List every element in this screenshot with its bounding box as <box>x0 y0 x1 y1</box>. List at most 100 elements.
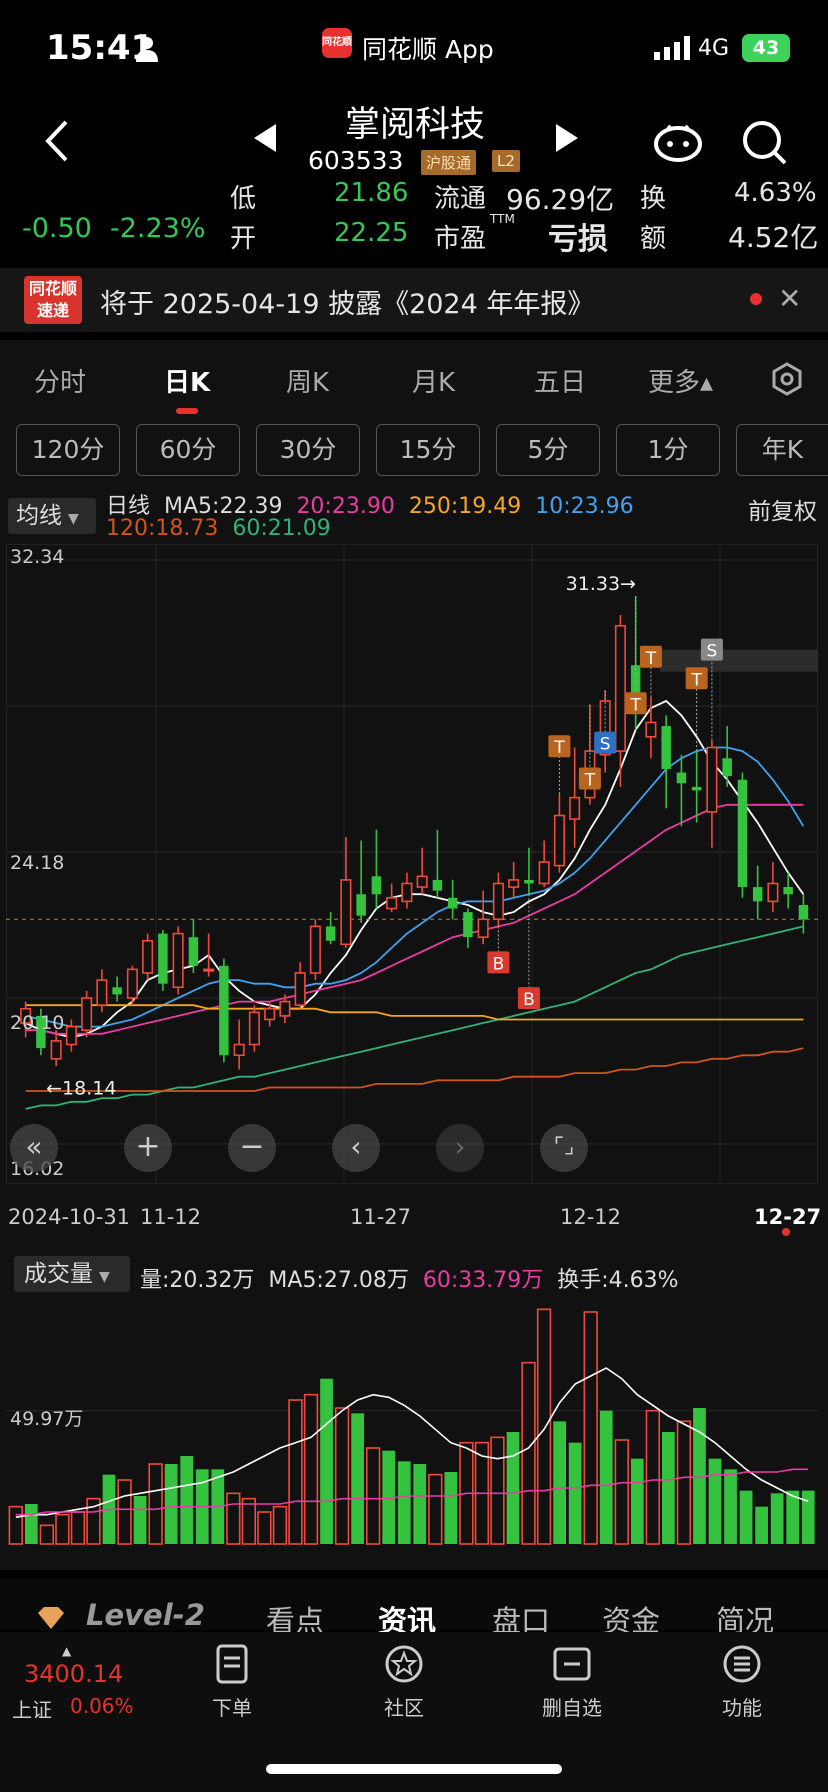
caret-up-icon: ▲ <box>62 1644 72 1658</box>
btn-120min[interactable]: 120分 <box>16 424 120 476</box>
btn-yearly-k[interactable]: 年K <box>736 424 828 476</box>
volume-bar <box>490 1436 505 1545</box>
scroll-left-icon[interactable]: ‹ <box>332 1124 380 1172</box>
tab-more[interactable]: 更多▴ <box>648 362 713 399</box>
app-badge-icon: 同花顺 <box>322 28 352 58</box>
fullscreen-icon[interactable]: ⌜⌟ <box>540 1124 588 1172</box>
volume-bar <box>117 1479 132 1545</box>
market-tag: 沪股通 <box>421 150 477 175</box>
scroll-right-icon[interactable]: › <box>436 1124 484 1172</box>
signal-icon <box>654 36 690 60</box>
stock-name: 掌阅科技 <box>344 105 485 145</box>
btn-5min[interactable]: 5分 <box>496 424 600 476</box>
volume-bar <box>662 1432 675 1544</box>
menu-icon[interactable] <box>722 1644 762 1684</box>
index-change[interactable]: 0.06% <box>70 1694 134 1718</box>
volume-bar <box>755 1506 768 1544</box>
next-stock-button[interactable] <box>552 122 582 154</box>
app-name: 同花顺 App <box>362 35 494 64</box>
candle-body <box>294 972 306 1006</box>
price-band <box>660 649 818 672</box>
candle-body <box>508 879 520 888</box>
tab-five-day[interactable]: 五日 <box>534 362 586 399</box>
home-indicator <box>266 1764 562 1774</box>
volume-selector-dropdown[interactable]: 成交量 ▼ <box>14 1256 130 1292</box>
candle-body <box>386 897 398 910</box>
nav-community[interactable]: 社区 <box>354 1692 454 1721</box>
settings-icon[interactable] <box>770 362 804 396</box>
candle-body <box>371 876 382 895</box>
active-tab-indicator <box>176 408 198 414</box>
nav-functions[interactable]: 功能 <box>692 1692 792 1721</box>
x-tick-4: 12-27 <box>754 1205 822 1229</box>
notice-logo-line2: 速递 <box>36 301 69 320</box>
ma-legend-item2-1: 60:21.09 <box>232 516 331 541</box>
tab-monthly-k[interactable]: 月K <box>412 362 455 399</box>
volume-bar <box>397 1461 411 1544</box>
candle-body <box>233 1043 245 1057</box>
ma-legend-row2: 120:18.73 60:21.09 <box>106 516 746 541</box>
nav-remove-watchlist[interactable]: 删自选 <box>522 1692 622 1721</box>
turnover-label: 换 <box>640 184 667 214</box>
zoom-out-icon[interactable]: − <box>228 1124 276 1172</box>
candle-body <box>219 965 229 1056</box>
volume-bar <box>583 1311 598 1545</box>
volume-bar <box>272 1505 288 1545</box>
tab-weekly-k[interactable]: 周K <box>286 362 329 399</box>
collapse-left-icon[interactable]: « <box>10 1124 58 1172</box>
candle-body <box>203 968 215 972</box>
tab-timeshare[interactable]: 分时 <box>34 362 86 399</box>
candle-body <box>722 758 732 777</box>
back-button[interactable] <box>38 116 78 166</box>
volume-bar <box>708 1458 722 1544</box>
x-tick-2: 11-27 <box>350 1205 412 1229</box>
candle-body <box>432 879 443 891</box>
volume-bar <box>241 1497 257 1545</box>
notice-text[interactable]: 将于 2025-04-19 披露《2024 年年报》 <box>100 282 594 321</box>
prev-stock-button[interactable] <box>250 122 280 154</box>
close-icon[interactable]: ✕ <box>778 282 801 315</box>
btn-1min[interactable]: 1分 <box>616 424 720 476</box>
remove-watchlist-icon[interactable] <box>552 1644 592 1684</box>
x-tick-1: 11-12 <box>140 1205 202 1229</box>
candle-body <box>463 912 473 938</box>
zoom-in-icon[interactable]: + <box>124 1124 172 1172</box>
candle-body <box>691 786 702 791</box>
volume-chart[interactable] <box>6 1300 818 1548</box>
candle-body <box>248 1011 260 1046</box>
btn-60min[interactable]: 60分 <box>136 424 240 476</box>
community-icon[interactable] <box>384 1644 424 1684</box>
volume-selector-label: 成交量 <box>24 1261 93 1287</box>
y-tick-low: 20.10 <box>10 1012 65 1034</box>
y-tick-top: 32.34 <box>10 546 65 568</box>
candle-body <box>50 1040 62 1060</box>
volume-bar <box>630 1458 644 1544</box>
robot-assistant-icon[interactable] <box>652 118 704 164</box>
marker-label: T <box>629 695 641 715</box>
tab-daily-k[interactable]: 日K <box>164 362 210 399</box>
volume-bar <box>70 1511 86 1545</box>
adjust-mode[interactable]: 前复权 <box>748 492 817 526</box>
candlestick-chart[interactable]: BBTTSTTTS31.33→←18.14 <box>6 544 818 1184</box>
nav-order[interactable]: 下单 <box>182 1692 282 1721</box>
ma-selector-dropdown[interactable]: 均线 ▼ <box>8 498 96 534</box>
candle-body <box>96 979 108 1006</box>
volume-bar <box>226 1492 241 1545</box>
btn-15min[interactable]: 15分 <box>376 424 480 476</box>
index-value[interactable]: 3400.14 <box>24 1660 123 1688</box>
candle-body <box>767 882 779 903</box>
candle-body <box>752 887 763 902</box>
open-label: 开 <box>230 224 257 254</box>
network-type: 4G <box>698 36 730 61</box>
y-tick-mid: 24.18 <box>10 852 65 874</box>
order-icon[interactable] <box>212 1644 252 1684</box>
search-icon[interactable] <box>740 118 788 166</box>
index-name[interactable]: 上证 <box>12 1694 52 1723</box>
candle-body <box>798 904 809 920</box>
volume-bar <box>739 1490 753 1544</box>
candle-body <box>142 939 154 974</box>
btn-30min[interactable]: 30分 <box>256 424 360 476</box>
candle-body <box>279 1000 291 1017</box>
tab-level2[interactable]: Level-2 <box>86 1598 205 1632</box>
volume-bar <box>148 1463 163 1545</box>
